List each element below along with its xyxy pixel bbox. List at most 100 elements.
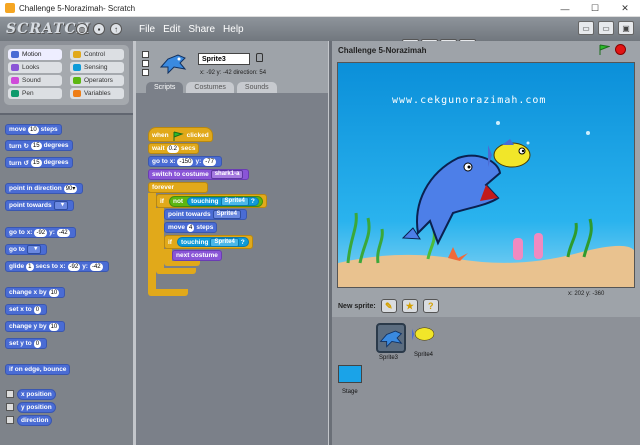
rotate-style-button[interactable] — [142, 51, 149, 58]
no-rotate-button[interactable] — [142, 69, 149, 76]
sprite-info: Sprite3 x: -92 y: -42 direction: 54 — [136, 41, 328, 81]
category-sensing[interactable]: Sensing — [70, 62, 124, 73]
globe-icon[interactable]: ◍ — [76, 23, 88, 35]
xposition-checkbox[interactable] — [6, 390, 14, 398]
stage-header: Challenge 5-Norazimah — [332, 41, 640, 59]
script-area[interactable]: when clicked wait 0.2 secs go to x: -150 y: -… — [136, 93, 328, 445]
block-set-y[interactable]: set y to 0 — [5, 338, 48, 349]
block-go-to-xy[interactable]: go to x: -92 y: -42 — [5, 227, 76, 238]
category-variables[interactable]: Variables — [70, 88, 124, 99]
operator-not[interactable]: not touching Sprite4? — [168, 195, 263, 207]
yellow-fish-sprite[interactable] — [488, 137, 534, 173]
direction-checkbox[interactable] — [6, 416, 14, 424]
sprite-thumb-sprite3[interactable] — [376, 323, 406, 353]
if2-foot — [164, 261, 200, 266]
block-point-in-direction[interactable]: point in direction 90▾ — [5, 183, 84, 194]
block-change-y[interactable]: change y by 10 — [5, 321, 66, 332]
block-if-touching[interactable]: if touching Sprite4? — [164, 235, 253, 249]
menu-edit[interactable]: Edit — [163, 24, 180, 35]
new-sprite-bar: New sprite: ✎ ★ ? — [332, 296, 640, 316]
block-wait[interactable]: wait 0.2 secs — [148, 143, 200, 154]
category-motion[interactable]: Motion — [8, 49, 62, 60]
sensing-touching-1[interactable]: touching Sprite4? — [187, 196, 259, 206]
block-forever[interactable]: forever — [148, 182, 208, 193]
small-stage-icon[interactable]: ▭ — [578, 21, 594, 35]
block-edge-bounce[interactable]: if on edge, bounce — [5, 364, 71, 375]
share-icon[interactable]: ↑ — [110, 23, 122, 35]
window-title: Challenge 5-Norazimah- Scratch — [19, 3, 136, 13]
paint-new-sprite-icon[interactable]: ✎ — [380, 299, 397, 313]
normal-stage-icon[interactable]: ▭ — [598, 21, 614, 35]
block-direction[interactable]: direction — [17, 415, 53, 426]
new-sprite-label: New sprite: — [338, 302, 376, 310]
if2-arm — [164, 249, 172, 261]
block-y-position[interactable]: y position — [17, 402, 56, 413]
stop-button-icon[interactable] — [615, 44, 626, 55]
stage-canvas[interactable]: www.cekgunorazimah.com — [337, 62, 635, 288]
block-move-steps[interactable]: move 10 steps — [5, 124, 62, 135]
block-point-towards-script[interactable]: point towards Sprite4 — [164, 209, 247, 220]
if1-arm — [156, 208, 164, 268]
block-switch-costume[interactable]: switch to costume shark1-a — [148, 169, 250, 180]
window-titlebar: Challenge 5-Norazimah- Scratch — ☐ ✕ — [0, 0, 640, 17]
sprite-label-sprite3: Sprite3 — [379, 355, 399, 361]
yposition-checkbox[interactable] — [6, 403, 14, 411]
category-sound[interactable]: Sound — [8, 75, 62, 86]
forever-arm — [148, 193, 156, 289]
tab-scripts[interactable]: Scripts — [146, 82, 184, 93]
block-turn-cw[interactable]: turn ↻ 15 degrees — [5, 140, 73, 151]
forever-foot — [148, 289, 188, 296]
flip-style-button[interactable] — [142, 60, 149, 67]
sprite-thumb-sprite4[interactable] — [412, 323, 442, 353]
tab-sounds[interactable]: Sounds — [236, 82, 277, 93]
scratch-app-icon — [5, 3, 15, 13]
block-x-position[interactable]: x position — [17, 389, 56, 400]
stage-label: Stage — [342, 389, 358, 395]
random-sprite-icon[interactable]: ? — [422, 299, 439, 313]
block-change-x[interactable]: change x by 10 — [5, 287, 66, 298]
tab-costumes[interactable]: Costumes — [186, 82, 234, 93]
menu-share[interactable]: Share — [188, 24, 215, 35]
menu-help[interactable]: Help — [223, 24, 244, 35]
block-go-to-xy-script[interactable]: go to x: -150 y: -77 — [148, 156, 222, 167]
fish-thumb-icon — [412, 327, 435, 341]
category-control[interactable]: Control — [70, 49, 124, 60]
sprite-library: Sprite3 Sprite4 Stage — [332, 317, 640, 445]
project-title: Challenge 5-Norazimah — [338, 45, 427, 55]
block-go-to[interactable]: go to ▾ — [5, 244, 48, 255]
scripts-pane: Sprite3 x: -92 y: -42 direction: 54 Scri… — [136, 41, 328, 445]
block-next-costume[interactable]: next costume — [172, 250, 222, 261]
green-flag-button-icon[interactable] — [598, 44, 610, 55]
scratch-logo: SCRATCH — [6, 21, 91, 37]
stage-thumbnail[interactable] — [338, 365, 362, 383]
editor-tabs: Scripts Costumes Sounds — [146, 82, 277, 93]
category-looks[interactable]: Looks — [8, 62, 62, 73]
block-glide[interactable]: glide 1 secs to x: -92 y: -42 — [5, 261, 109, 272]
menu-file[interactable]: File — [139, 24, 155, 35]
category-operators[interactable]: Operators — [70, 75, 124, 86]
minimize-button[interactable]: — — [550, 0, 580, 17]
watermark-text: www.cekgunorazimah.com — [392, 95, 547, 106]
choose-sprite-file-icon[interactable]: ★ — [401, 299, 418, 313]
lock-icon[interactable] — [256, 53, 263, 62]
stage-pane: Challenge 5-Norazimah www.cekgunorazimah… — [332, 41, 640, 445]
sprite-label-sprite4: Sprite4 — [414, 352, 434, 358]
sprite-coords: x: -92 y: -42 direction: 54 — [200, 70, 267, 76]
presentation-mode-icon[interactable]: ▣ — [618, 21, 634, 35]
close-button[interactable]: ✕ — [610, 0, 640, 17]
block-if-not-touching[interactable]: if not touching Sprite4? — [156, 194, 267, 208]
sensing-touching-2[interactable]: touching Sprite4? — [176, 237, 249, 247]
category-pen[interactable]: Pen — [8, 88, 62, 99]
block-move-script[interactable]: move 4 steps — [164, 222, 218, 233]
green-flag-icon — [173, 131, 184, 141]
save-icon[interactable]: ▪ — [93, 23, 105, 35]
maximize-button[interactable]: ☐ — [580, 0, 610, 17]
if1-foot — [156, 268, 196, 274]
sprite-name-field[interactable]: Sprite3 — [198, 53, 250, 65]
motion-blocks-list: move 10 steps turn ↻ 15 degrees turn ↺ 15 degr… — [0, 113, 133, 445]
block-turn-ccw[interactable]: turn ↺ 15 degrees — [5, 157, 73, 168]
shark-thumb-icon — [379, 330, 403, 348]
block-set-x[interactable]: set x to 0 — [5, 304, 48, 315]
block-when-flag-clicked[interactable]: when clicked — [148, 127, 213, 142]
block-point-towards[interactable]: point towards ▾ — [5, 200, 74, 211]
